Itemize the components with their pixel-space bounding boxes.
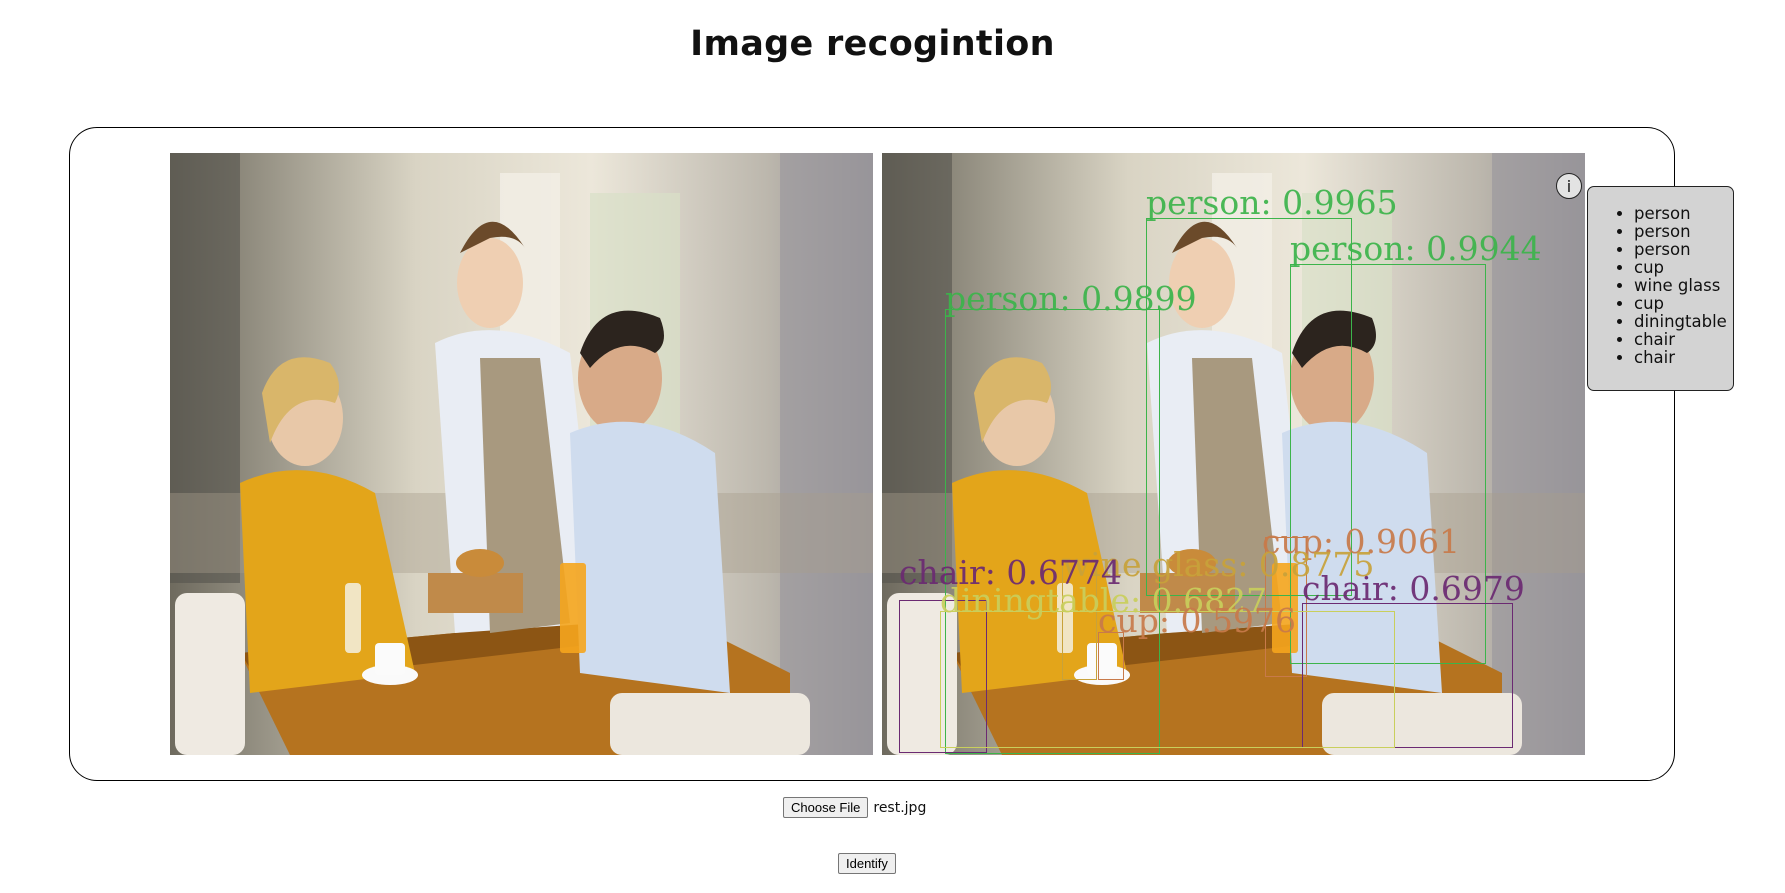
detection-label: person: 0.9965 [1146, 183, 1398, 222]
file-input: Choose File rest.jpg [783, 797, 926, 818]
detected-object-item: chair [1634, 331, 1733, 349]
detected-object-item: diningtable [1634, 313, 1733, 331]
detection-label: person: 0.9899 [945, 279, 1197, 318]
detection-label: chair: 0.6979 [1302, 569, 1525, 608]
info-button[interactable]: i [1556, 173, 1582, 199]
detected-object-item: chair [1634, 349, 1733, 367]
original-image [170, 153, 873, 755]
detected-objects-list: personpersonpersoncupwine glasscupdining… [1587, 186, 1734, 391]
detected-object-item: cup [1634, 295, 1733, 313]
page-title: Image recogintion [690, 24, 1055, 64]
detected-object-item: person [1634, 241, 1733, 259]
choose-file-button[interactable]: Choose File [783, 797, 869, 818]
detected-object-item: cup [1634, 259, 1733, 277]
detected-object-item: wine glass [1634, 277, 1733, 295]
selected-file-name: rest.jpg [873, 799, 927, 816]
detection-label: person: 0.9944 [1290, 229, 1542, 268]
detection-label: cup: 0.5976 [1098, 601, 1296, 640]
detected-object-item: person [1634, 223, 1733, 241]
identify-button[interactable]: Identify [838, 853, 896, 874]
detected-object-item: person [1634, 205, 1733, 223]
